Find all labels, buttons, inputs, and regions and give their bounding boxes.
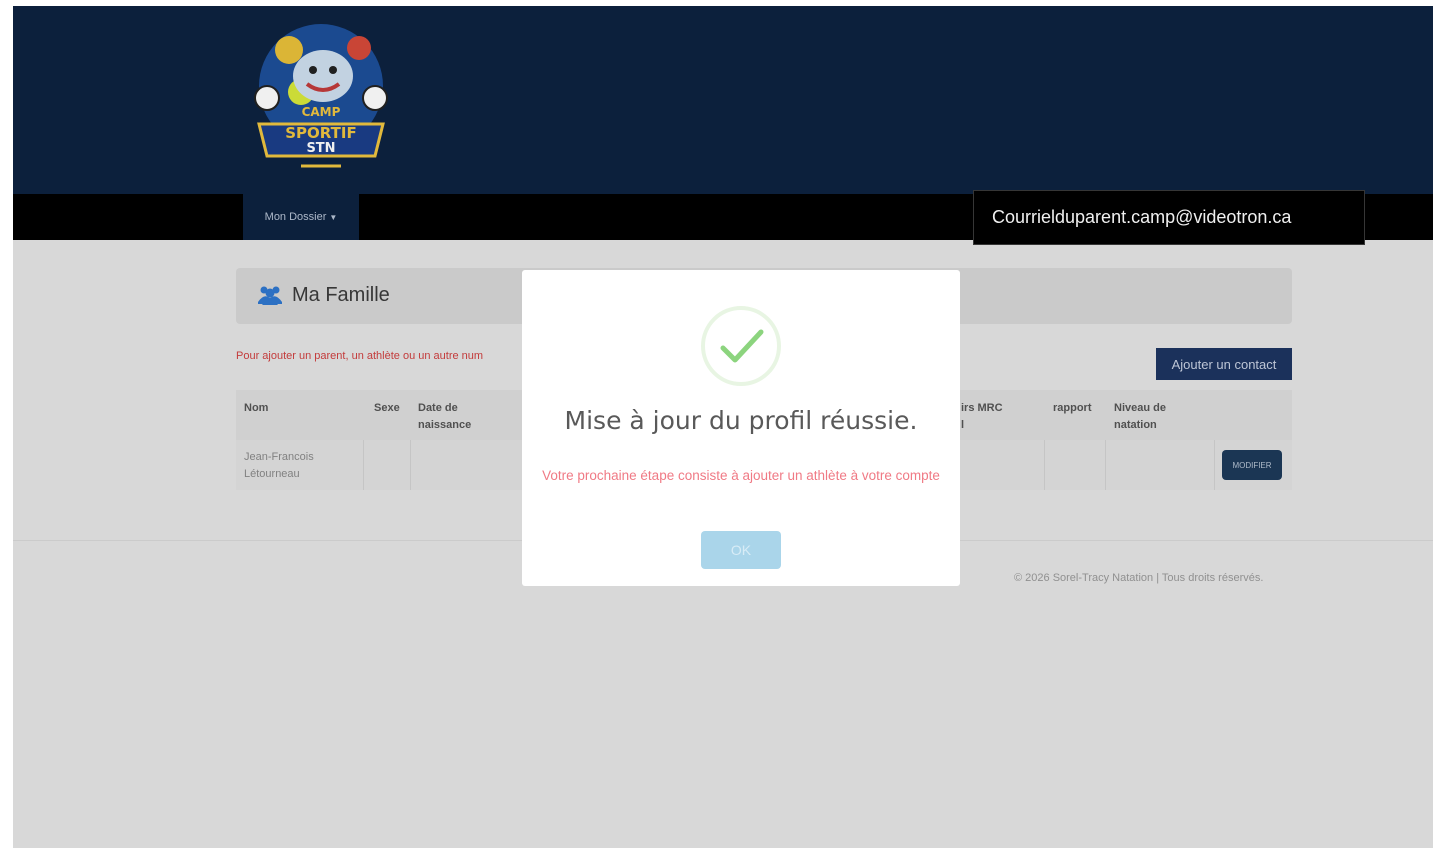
- success-dialog: Mise à jour du profil réussie. Votre pro…: [522, 270, 960, 586]
- dialog-title: Mise à jour du profil réussie.: [564, 406, 918, 435]
- ok-button[interactable]: OK: [701, 531, 781, 569]
- dialog-message: Votre prochaine étape consiste à ajouter…: [542, 468, 940, 483]
- success-check-icon: [701, 306, 781, 386]
- app-frame: CAMP SPORTIF STN Mon Dossier ▼ Courrield…: [13, 6, 1433, 848]
